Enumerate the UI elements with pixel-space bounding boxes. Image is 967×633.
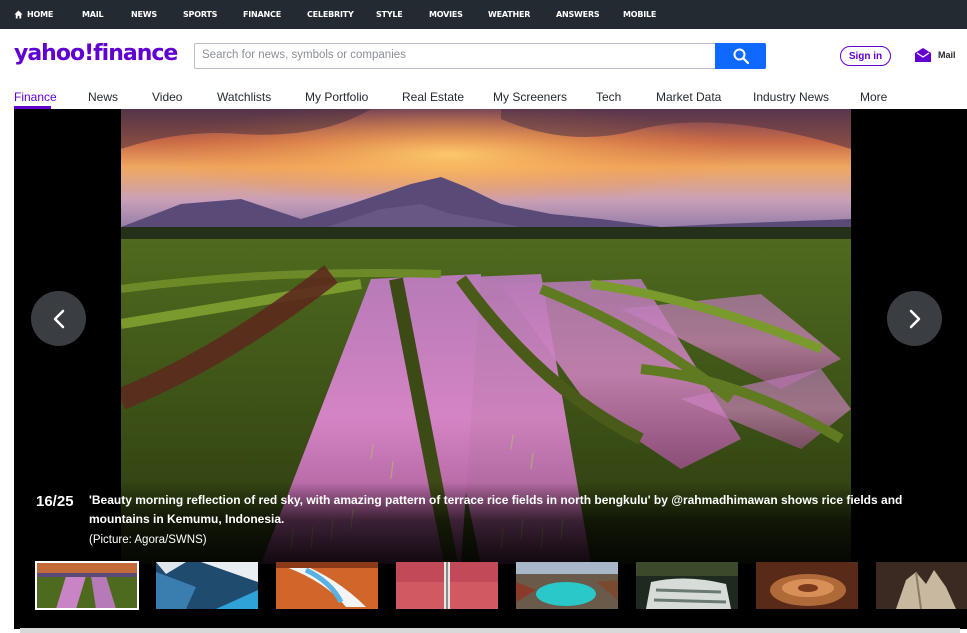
previous-slide-button[interactable] — [31, 291, 86, 346]
slide-counter: 16/25 — [36, 493, 74, 510]
yahoo-finance-logo[interactable]: yahoo!finance — [14, 41, 178, 66]
mail-link[interactable]: Mail — [914, 46, 956, 64]
sign-in-button[interactable]: Sign in — [840, 46, 891, 66]
thumbnail-dish[interactable] — [756, 562, 858, 609]
finance-nav: Finance News Video Watchlists My Portfol… — [0, 83, 967, 109]
mail-icon — [915, 48, 931, 62]
topbar-link-weather[interactable]: WEATHER — [488, 10, 530, 19]
topbar-label-home: HOME — [27, 10, 54, 19]
next-slide-button[interactable] — [887, 291, 942, 346]
nav-item-finance[interactable]: Finance — [14, 90, 57, 104]
topbar-link-home[interactable]: HOME — [14, 10, 53, 19]
thumbnail-waterfall[interactable] — [636, 562, 738, 609]
chevron-right-icon — [909, 309, 920, 328]
topbar-link-news[interactable]: NEWS — [131, 10, 157, 19]
chevron-left-icon — [53, 309, 64, 328]
thumbnail-rice-terrace[interactable] — [35, 561, 139, 610]
topbar-link-sports[interactable]: SPORTS — [183, 10, 217, 19]
nav-item-video[interactable]: Video — [152, 90, 182, 104]
header: yahoo!finance Sign in Mail — [0, 29, 967, 83]
thumbnail-lake-aerial[interactable] — [156, 562, 258, 609]
universal-header-bar: HOME MAIL NEWS SPORTS FINANCE CELEBRITY … — [0, 0, 967, 29]
nav-item-my-screeners[interactable]: My Screeners — [493, 90, 567, 104]
nav-item-my-portfolio[interactable]: My Portfolio — [305, 90, 368, 104]
nav-item-market-data[interactable]: Market Data — [656, 90, 721, 104]
nav-item-industry-news[interactable]: Industry News — [753, 90, 829, 104]
page-scrollbar[interactable] — [20, 628, 960, 633]
search-box — [194, 43, 766, 69]
search-input[interactable] — [202, 49, 702, 61]
thumbnail-crater-lake[interactable] — [516, 562, 618, 609]
thumbnail-pink-road[interactable] — [396, 562, 498, 609]
thumbnail-rock-formation[interactable] — [876, 562, 967, 609]
topbar-link-mobile[interactable]: MOBILE — [623, 10, 656, 19]
nav-item-real-estate[interactable]: Real Estate — [402, 90, 464, 104]
nav-item-more[interactable]: More — [860, 90, 887, 104]
search-icon — [733, 48, 749, 64]
topbar-link-celebrity[interactable]: CELEBRITY — [307, 10, 354, 19]
topbar-link-mail[interactable]: MAIL — [82, 10, 104, 19]
thumbnail-strip — [14, 559, 967, 619]
topbar-link-finance[interactable]: FINANCE — [243, 10, 281, 19]
search-button[interactable] — [715, 43, 766, 69]
photo-slideshow: 16/25 'Beauty morning reflection of red … — [14, 109, 967, 629]
topbar-link-style[interactable]: STYLE — [376, 10, 403, 19]
topbar-link-movies[interactable]: MOVIES — [429, 10, 463, 19]
nav-item-tech[interactable]: Tech — [596, 90, 621, 104]
mail-label: Mail — [938, 50, 956, 60]
slide-caption: 'Beauty morning reflection of red sky, w… — [89, 493, 903, 526]
photo-credit: (Picture: Agora/SWNS) — [89, 534, 207, 546]
nav-item-news[interactable]: News — [88, 90, 118, 104]
thumbnail-white-terraces[interactable] — [276, 562, 378, 609]
nav-item-watchlists[interactable]: Watchlists — [217, 90, 271, 104]
home-icon — [14, 10, 23, 19]
topbar-link-answers[interactable]: ANSWERS — [556, 10, 600, 19]
